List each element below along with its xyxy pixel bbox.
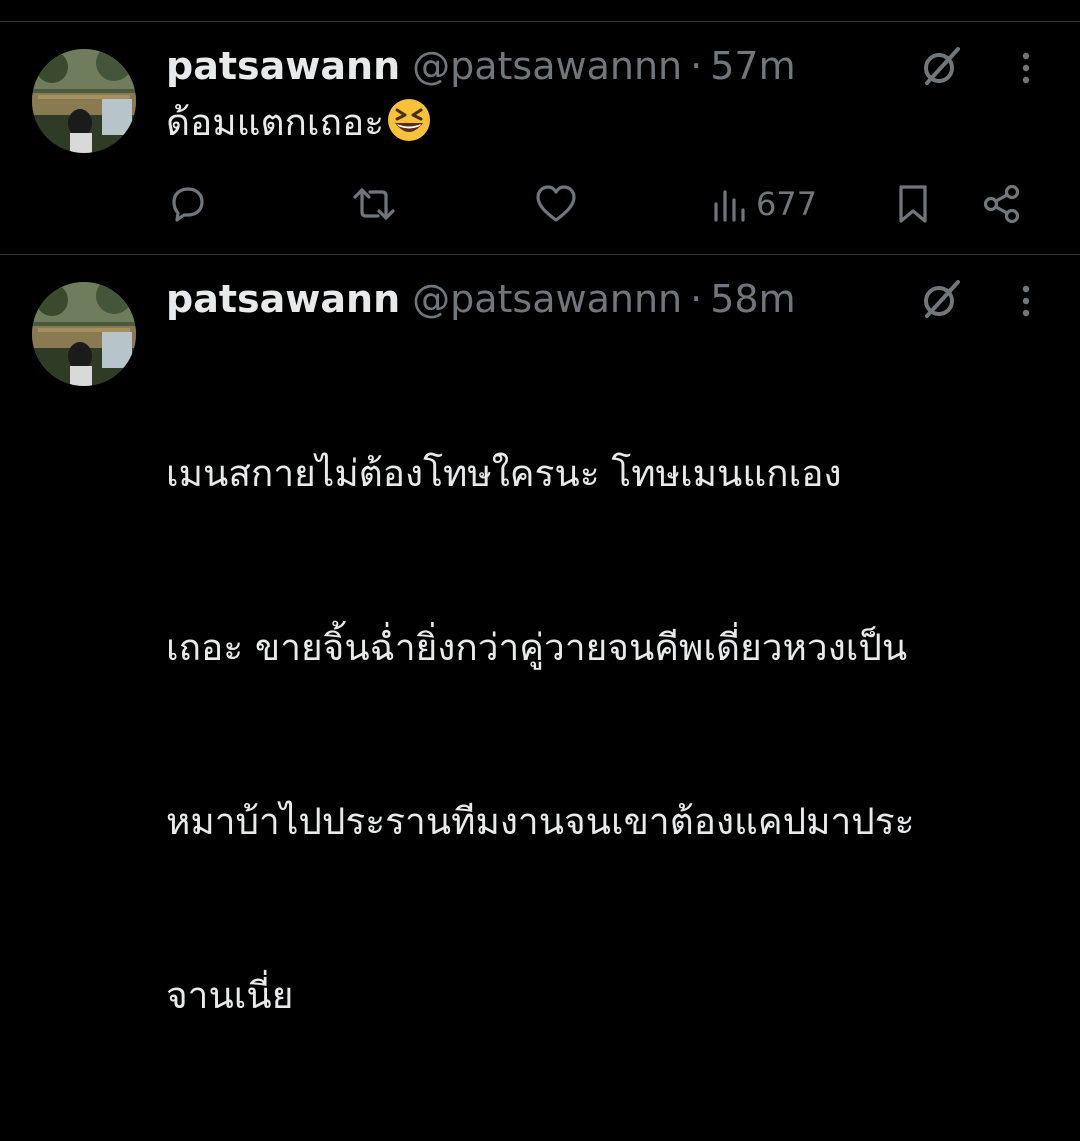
avatar[interactable] (32, 49, 136, 153)
user-handle[interactable]: @patsawannn (412, 42, 682, 90)
reply-button[interactable] (166, 179, 210, 229)
timestamp[interactable]: 58m (710, 275, 795, 323)
more-options-icon[interactable] (1014, 281, 1038, 321)
timestamp[interactable]: 57m (710, 42, 795, 90)
tweet-text: ด้อมแตกเถอะ (166, 94, 1056, 160)
tweet-text-line: หมาบ้าไปประรานทีมงานจนเขาต้องแคปมาประ (166, 800, 915, 843)
separator-dot: · (690, 277, 703, 321)
views-button[interactable]: 677 (712, 179, 817, 229)
bookmark-button[interactable] (893, 179, 933, 229)
separator-dot: · (690, 44, 703, 88)
grok-icon[interactable] (918, 43, 964, 89)
display-name[interactable]: patsawann (166, 42, 400, 90)
reply-icon (172, 187, 204, 222)
share-icon (983, 184, 1020, 224)
retweet-icon (353, 188, 395, 220)
tweet[interactable]: patsawann @patsawannn · 57m ด้อมแตกเถอะ (0, 22, 1080, 254)
tweet-text: เมนสกายไม่ต้องโทษใครนะ โทษเมนแกเอง เถอะ … (166, 329, 1056, 1141)
avatar[interactable] (32, 282, 136, 386)
like-button[interactable] (533, 179, 579, 229)
grok-icon[interactable] (918, 276, 964, 322)
tweet-actions: 677 (0, 179, 1080, 229)
tweet-text-line: จานเนี่ย (166, 974, 294, 1017)
views-icon (714, 190, 745, 222)
tweet[interactable]: patsawann @patsawannn · 58m เมนสกายไม่ต้… (0, 255, 1080, 1017)
share-button[interactable] (980, 179, 1024, 229)
tweet-text-line: เมนสกายไม่ต้องโทษใครนะ โทษเมนแกเอง (166, 452, 842, 495)
grinning-squinting-face-emoji-icon (386, 97, 432, 160)
views-count: 677 (756, 185, 818, 223)
more-options-icon[interactable] (1014, 48, 1038, 88)
display-name[interactable]: patsawann (166, 275, 400, 323)
heart-icon (536, 185, 576, 222)
user-handle[interactable]: @patsawannn (412, 275, 682, 323)
tweet-text-line: เถอะ ขายจิ้นฉ่ำยิ่งกว่าคู่วายจนคีพเดี่ยว… (166, 626, 908, 669)
tweet-text-content: ด้อมแตกเถอะ (166, 101, 385, 144)
tweet-header: patsawann @patsawannn · 58m (166, 275, 796, 323)
retweet-button[interactable] (350, 179, 398, 229)
tweet-header: patsawann @patsawannn · 57m (166, 42, 796, 90)
bookmark-icon (899, 185, 927, 223)
